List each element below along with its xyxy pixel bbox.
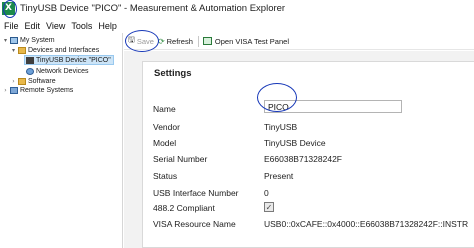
name-label: Name [153,104,176,114]
save-button[interactable]: 🖫 Save [128,34,154,48]
toolbar-separator [197,35,199,47]
visa-resource-name-label: VISA Resource Name [153,219,236,229]
model-label: Model [153,138,177,148]
toolbar: 🖫 Save ⟳ Refresh Open VISA Test Panel [124,33,474,50]
remote-systems-icon [10,86,18,94]
menu-bar: File Edit View Tools Help [0,18,117,33]
usb-interface-number-label: USB Interface Number [153,188,239,198]
tree-item-tinyusb-device[interactable]: TinyUSB Device "PICO" [24,55,114,65]
tree-item-my-system[interactable]: ▾ My System [2,35,55,45]
folder-icon [18,46,26,54]
visa-panel-label: Open VISA Test Panel [214,36,289,46]
visa-resource-name-value: USB0::0xCAFE::0x4000::E66038B71328242F::… [264,219,469,229]
checkmark-icon: ✓ [265,203,273,212]
collapse-arrow-icon[interactable]: ▾ [10,47,17,54]
tree-item-remote-systems[interactable]: › Remote Systems [2,85,73,95]
open-visa-test-panel-button[interactable]: Open VISA Test Panel [202,36,289,46]
status-label: Status [153,171,178,181]
tree-item-label: Devices and Interfaces [28,46,100,54]
software-icon [18,77,26,85]
computer-icon [10,36,18,44]
app-logo-icon: X [2,2,15,15]
tree-item-network-devices[interactable]: Network Devices [25,66,89,76]
floppy-disk-icon: 🖫 [128,35,135,44]
collapse-arrow-icon[interactable]: ▾ [2,37,9,44]
usb-device-icon [26,56,34,64]
expand-arrow-icon[interactable]: › [2,87,9,94]
tree-item-label: Software [28,77,56,85]
window-title: TinyUSB Device "PICO" - Measurement & Au… [20,3,286,14]
tree-item-devices-interfaces[interactable]: ▾ Devices and Interfaces [10,45,99,55]
visa-panel-icon [202,37,212,45]
serial-number-label: Serial Number [153,154,208,164]
tree-item-label: My System [20,36,55,44]
name-field[interactable] [264,100,402,113]
settings-panel: Settings Name Vendor TinyUSB Model TinyU… [142,61,474,248]
tree-item-label: Remote Systems [20,86,74,94]
save-label: Save [136,36,154,46]
menu-view[interactable]: View [46,21,65,31]
configuration-tree: ▾ My System ▾ Devices and Interfaces Tin… [0,33,123,248]
compliant-488-label: 488.2 Compliant [153,203,215,213]
menu-tools[interactable]: Tools [71,21,92,31]
refresh-label: Refresh [166,36,193,46]
serial-number-value: E66038B71328242F [264,154,342,164]
tree-item-label: Network Devices [36,67,89,75]
vendor-label: Vendor [153,122,180,132]
network-icon [26,67,34,75]
menu-file[interactable]: File [4,21,19,31]
status-value: Present [264,171,294,181]
menu-edit[interactable]: Edit [25,21,41,31]
expand-arrow-icon[interactable]: › [10,78,17,85]
tree-item-label: TinyUSB Device "PICO" [36,56,111,64]
content-area: Settings Name Vendor TinyUSB Model TinyU… [124,51,474,248]
refresh-icon: ⟳ [157,36,165,46]
title-bar: X TinyUSB Device "PICO" - Measurement & … [0,0,474,17]
compliant-488-checkbox[interactable]: ✓ [264,202,274,212]
refresh-button[interactable]: ⟳ Refresh [158,37,193,46]
model-value: TinyUSB Device [264,138,326,148]
settings-title: Settings [154,68,192,79]
vendor-value: TinyUSB [264,122,298,132]
menu-help[interactable]: Help [98,21,117,31]
usb-interface-number-value: 0 [264,188,269,198]
